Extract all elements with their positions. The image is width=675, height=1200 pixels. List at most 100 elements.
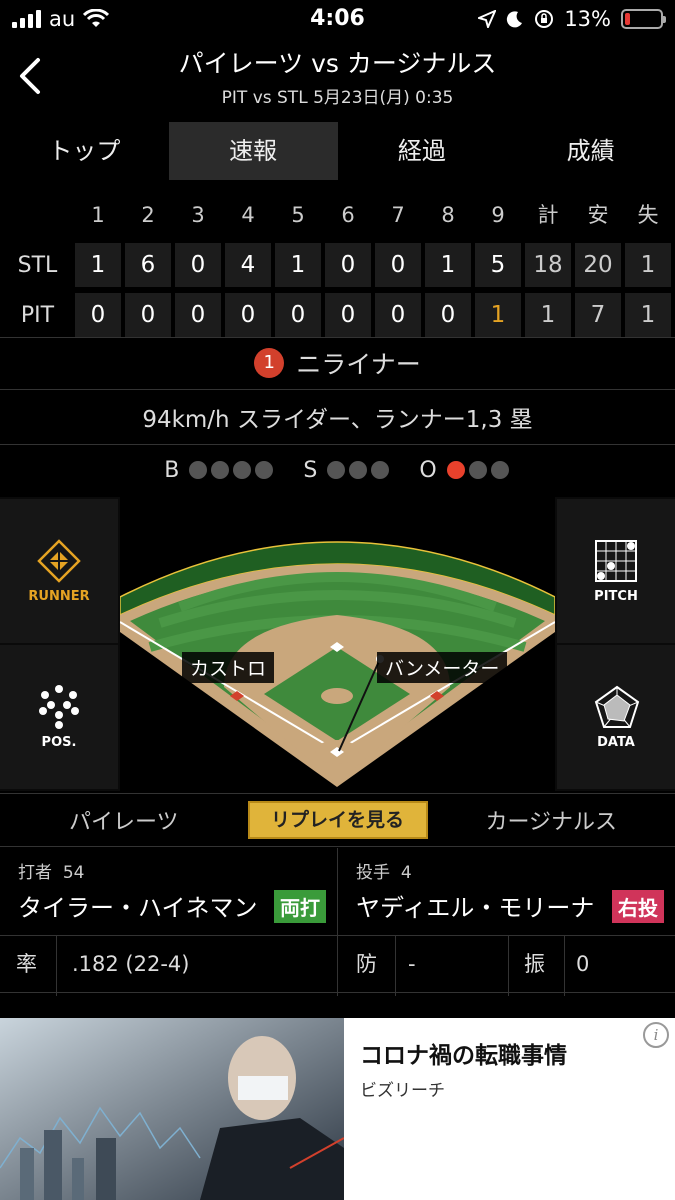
- strike-dot: [349, 461, 368, 479]
- errors-cell: 1: [625, 293, 671, 337]
- positions-button[interactable]: POS.: [0, 645, 118, 789]
- inning-header: 9: [491, 203, 505, 227]
- runner-button[interactable]: RUNNER: [0, 499, 118, 643]
- ad-info-icon[interactable]: i: [643, 1022, 669, 1048]
- scoreboard-row-stl: STL 1 6 0 4 1 0 0 1 5 18 20 1: [0, 240, 675, 290]
- pos-label: POS.: [41, 735, 77, 750]
- pitcher-hand-badge: 右投: [612, 890, 664, 923]
- total-runs-cell: 18: [525, 243, 571, 287]
- match-subtitle: PIT vs STL 5月23日(月) 0:35: [221, 88, 454, 108]
- positions-icon: [39, 685, 79, 729]
- pitch-grid-icon: [595, 540, 637, 582]
- team-bar: パイレーツ リプレイを見る カージナルス: [0, 795, 675, 845]
- inning-header: 8: [441, 203, 455, 227]
- tab-stats[interactable]: 成績: [506, 122, 675, 180]
- inning-header: 3: [191, 203, 205, 227]
- pitcher-card[interactable]: 投手 4 ヤディエル・モリーナ 右投: [338, 848, 674, 936]
- inning-header: 1: [91, 203, 105, 227]
- tab-progress[interactable]: 経過: [338, 122, 507, 180]
- balls-label: B: [164, 457, 180, 483]
- current-inning-cell: 1: [475, 293, 521, 337]
- errors-cell: 1: [625, 243, 671, 287]
- score-cell: 0: [175, 243, 221, 287]
- pitcher-role: 投手 4: [356, 863, 412, 883]
- score-cell: 0: [375, 293, 421, 337]
- pitch-info-row: 94km/h スライダー、ランナー1,3 塁: [0, 390, 675, 444]
- battery-percent: 13%: [564, 7, 611, 31]
- location-icon: [478, 10, 497, 28]
- inning-header: 7: [391, 203, 405, 227]
- out-dot: [446, 461, 465, 479]
- errors-header: 失: [637, 203, 659, 227]
- ad-title: コロナ禍の転職事情: [360, 1043, 567, 1069]
- score-cell: 1: [425, 243, 471, 287]
- score-cell: 0: [275, 293, 321, 337]
- avg-label: 率: [16, 952, 37, 976]
- radar-chart-icon: [594, 685, 640, 728]
- moon-icon: [507, 11, 523, 28]
- play-result-text: ニライナー: [296, 350, 421, 379]
- score-cell: 4: [225, 243, 271, 287]
- away-team-tab[interactable]: カージナルス: [428, 804, 675, 836]
- count-row: B S O: [0, 445, 675, 495]
- inning-header: 5: [291, 203, 305, 227]
- batter-hand-badge: 両打: [274, 890, 326, 923]
- hits-header: 安: [587, 203, 609, 227]
- strike-dot: [371, 461, 390, 479]
- scoreboard-row-pit: PIT 0 0 0 0 0 0 0 0 1 1 7 1: [0, 290, 675, 340]
- divider: [0, 846, 675, 847]
- out-dot: [490, 461, 509, 479]
- score-cell: 5: [475, 243, 521, 287]
- data-button[interactable]: DATA: [557, 645, 675, 789]
- ball-dot: [189, 461, 208, 479]
- tab-top[interactable]: トップ: [0, 122, 169, 180]
- score-cell: 6: [125, 243, 171, 287]
- pitch-info-text: 94km/h スライダー、ランナー1,3 塁: [142, 407, 533, 433]
- match-title: パイレーツ vs カージナルス: [178, 49, 497, 78]
- pitch-button[interactable]: PITCH: [557, 499, 675, 643]
- hits-cell: 20: [575, 243, 621, 287]
- baseball-field: [120, 497, 555, 791]
- batter-card[interactable]: 打者 54 タイラー・ハイネマン 両打: [0, 848, 336, 936]
- inning-header: 6: [341, 203, 355, 227]
- advertisement-banner[interactable]: コロナ禍の転職事情 ビズリーチ i: [0, 1018, 675, 1200]
- score-cell: 0: [225, 293, 271, 337]
- ball-dot: [211, 461, 230, 479]
- runner-label: RUNNER: [28, 589, 90, 604]
- score-cell: 0: [325, 243, 371, 287]
- total-runs-cell: 1: [525, 293, 571, 337]
- inning-header: 4: [241, 203, 255, 227]
- strikes-label: S: [303, 457, 318, 483]
- divider: [0, 793, 675, 794]
- ball-dot: [233, 461, 252, 479]
- runner-diamond-icon: [37, 539, 81, 583]
- field-panel: RUNNER POS. PITCH DATA カストロ バンメーター: [0, 497, 675, 791]
- ad-sponsor: ビズリーチ: [360, 1081, 445, 1101]
- strike-dot: [327, 461, 346, 479]
- avg-value: .182 (22-4): [72, 952, 190, 976]
- score-cell: 0: [125, 293, 171, 337]
- score-cell: 1: [275, 243, 321, 287]
- total-runs-header: 計: [537, 203, 559, 227]
- strikeout-label: 振: [524, 952, 545, 976]
- scoreboard-header: 1 2 3 4 5 6 7 8 9 計 安 失: [0, 190, 675, 240]
- score-cell: 0: [175, 293, 221, 337]
- score-cell: 0: [425, 293, 471, 337]
- fielder-label-vanmeter: バンメーター: [377, 652, 508, 683]
- batter-number: 54: [62, 863, 85, 883]
- fielder-label-castro: カストロ: [182, 652, 275, 683]
- era-value: -: [408, 952, 416, 976]
- hits-cell: 7: [575, 293, 621, 337]
- pitcher-number: 4: [400, 863, 412, 883]
- replay-button[interactable]: リプレイを見る: [247, 801, 428, 839]
- outs-label: O: [419, 457, 437, 483]
- tab-bar: トップ 速報 経過 成績: [0, 122, 675, 180]
- status-bar: au 4:06 13%: [0, 0, 675, 40]
- home-team-tab[interactable]: パイレーツ: [0, 804, 248, 836]
- status-right: 13%: [478, 7, 666, 31]
- battery-icon: [621, 9, 666, 29]
- ball-dot: [255, 461, 274, 479]
- out-number-badge: 1: [254, 348, 285, 378]
- score-cell: 0: [75, 293, 121, 337]
- tab-live[interactable]: 速報: [168, 122, 338, 180]
